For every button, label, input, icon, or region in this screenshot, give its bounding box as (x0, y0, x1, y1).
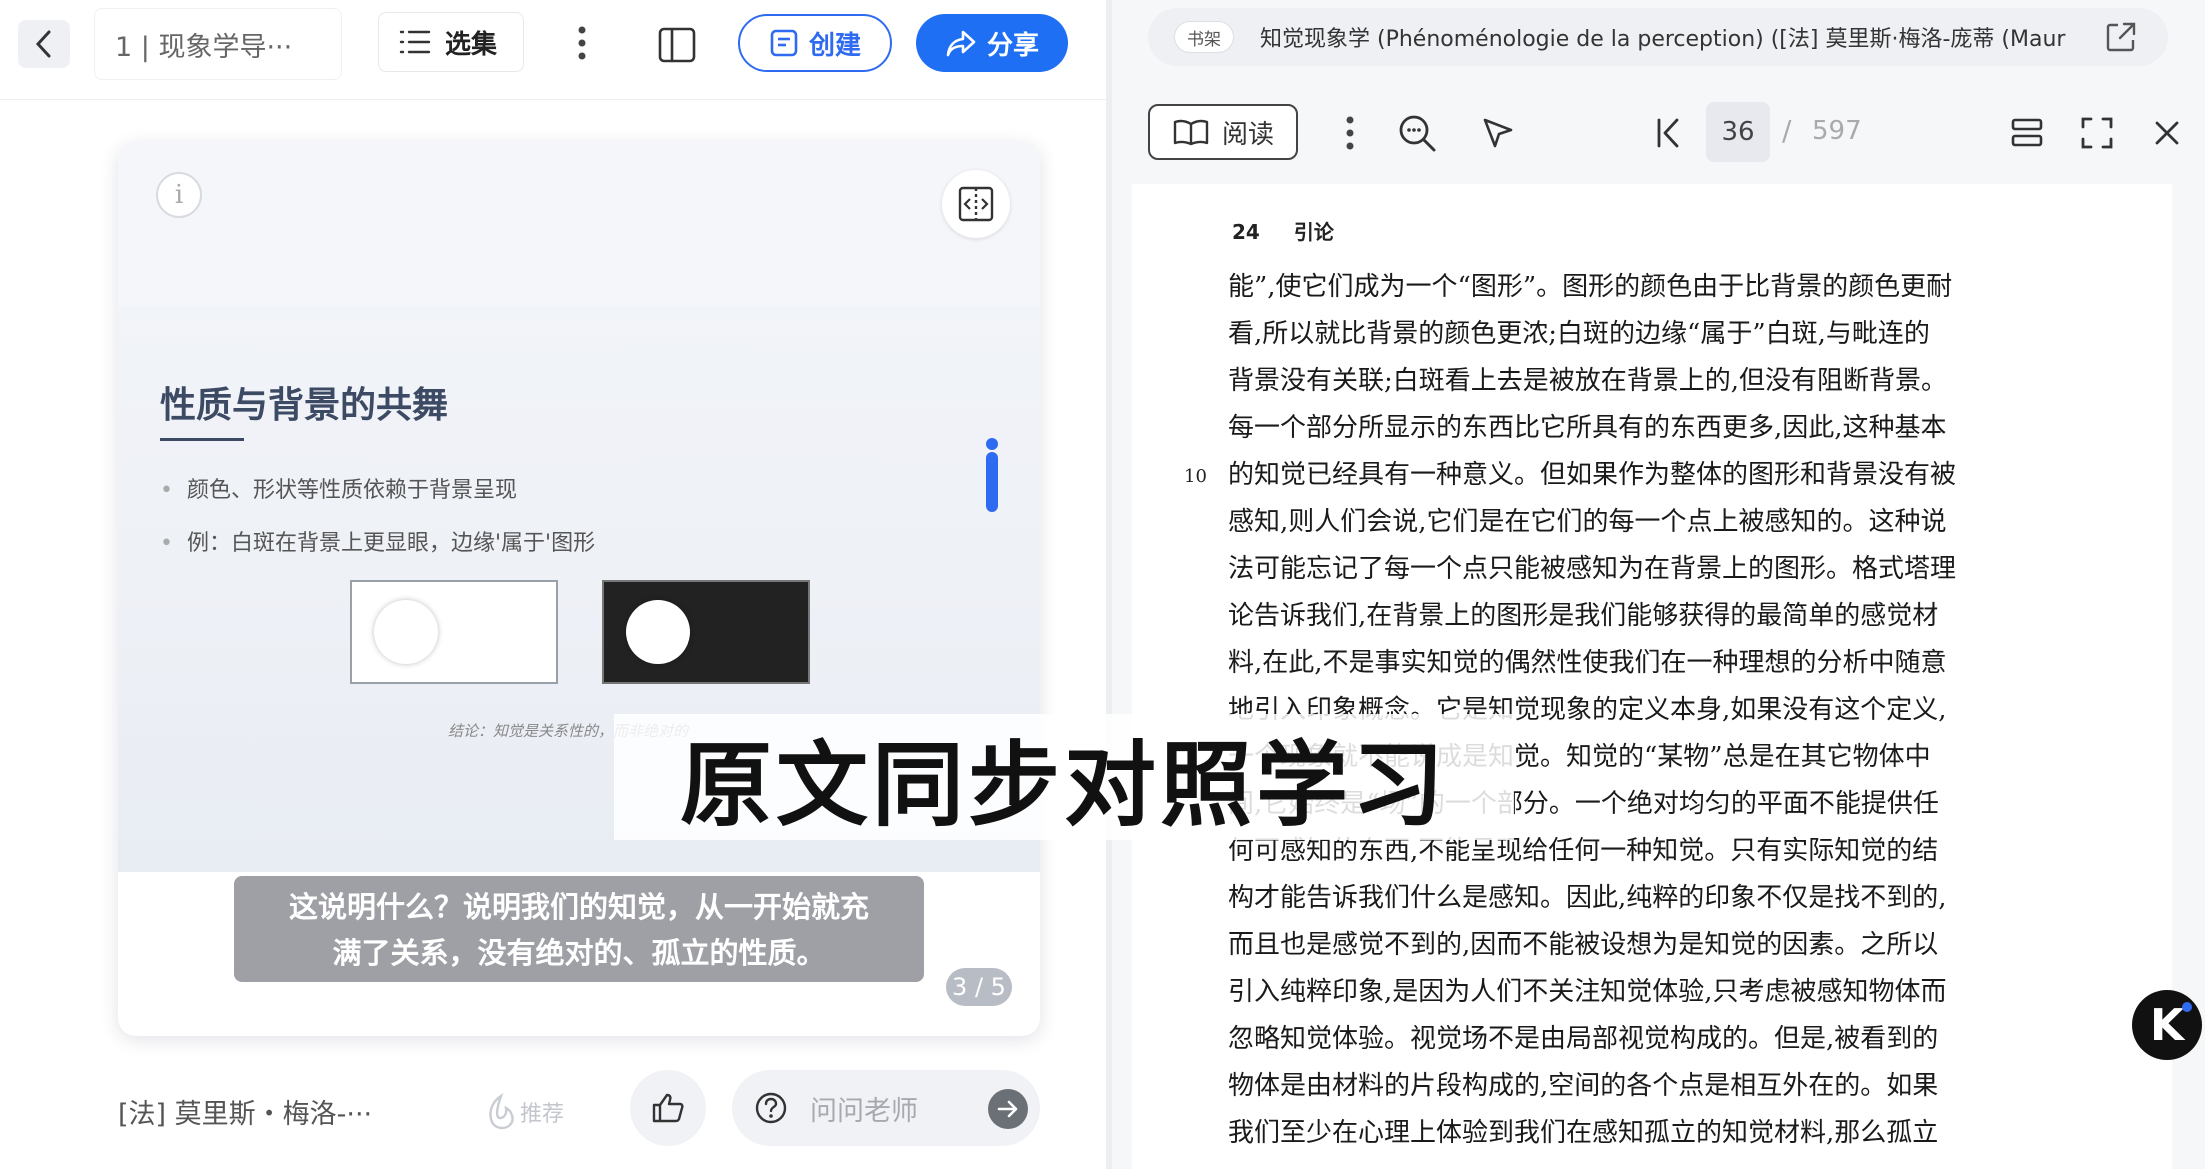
text-line: 我们至少在心理上体验到我们在感知孤立的知觉材料,那么孤立 (1228, 1118, 1939, 1148)
slide-page-indicator: 3 / 5 (946, 968, 1012, 1006)
compare-view-button[interactable] (942, 170, 1010, 238)
white-background-demo (350, 580, 558, 684)
book-page: 24 引论 10 能”,使它们成为一个“图形”。图形的颜色由于比背景的颜色更耐 看… (1132, 184, 2172, 1169)
text-line: 每一个部分所显示的东西比它所具有的东西更多,因此,这种基本 (1228, 413, 1947, 443)
split-compare-icon (958, 186, 994, 222)
text-line: 论告诉我们,在背景上的图形是我们能够获得的最简单的感觉材 (1228, 601, 1939, 631)
read-mode-button[interactable]: 阅读 (1148, 104, 1298, 160)
thumbs-up-icon (652, 1093, 684, 1123)
rows-icon (2011, 118, 2043, 147)
caption-line: 这说明什么？说明我们的知觉，从一开始就充 (288, 890, 869, 924)
text-line: 而且也是感觉不到的,因而不能被设想为是知觉的因素。之所以 (1228, 930, 1939, 960)
cursor-icon (1483, 118, 1513, 148)
chevron-left-icon (35, 30, 51, 58)
read-mode-label: 阅读 (1221, 119, 1274, 150)
fullscreen-icon (2081, 117, 2113, 149)
reader-toolbar: 阅读 36 / 597 (1112, 84, 2205, 184)
left-pane: 1 | 现象学导··· 选集 创建 分享 i 性质与背景的共舞 • 颜色、形状等… (0, 0, 1106, 1169)
slide-card: i 性质与背景的共舞 颜色、形状等性质依赖于背景呈现 例：白斑在背景上更显眼，边… (118, 142, 1040, 1036)
collection-button[interactable]: 选集 (378, 12, 524, 72)
skip-first-icon (1657, 118, 1679, 148)
share-button[interactable]: 分享 (916, 14, 1068, 72)
overlay-caption: 原文同步对照学习 (614, 714, 1514, 840)
book-icon (1173, 119, 1209, 146)
note-edit-icon (770, 29, 798, 57)
lesson-title[interactable]: 1 | 现象学导··· (94, 8, 342, 80)
recommend-label: 推荐 (520, 1102, 565, 1127)
left-bottom-bar: [法] 莫里斯・梅洛-··· 推荐 问问老师 (0, 1070, 1106, 1150)
recommend-button[interactable]: 推荐 (484, 1088, 566, 1136)
right-pane: 书架 知觉现象学 (Phénoménologie de la perceptio… (1112, 0, 2205, 1169)
first-page-button[interactable] (1648, 108, 1688, 158)
white-spot (626, 600, 690, 664)
close-button[interactable] (2142, 108, 2192, 158)
sidebar-toggle-button[interactable] (652, 20, 702, 70)
open-external-button[interactable] (2104, 20, 2138, 58)
create-button[interactable]: 创建 (738, 14, 892, 72)
source-title: 知觉现象学 (Phénoménologie de la perception) … (1260, 27, 2066, 52)
more-menu-button[interactable] (560, 18, 604, 68)
close-icon (2155, 121, 2179, 145)
like-button[interactable] (630, 1070, 706, 1146)
text-line: 感知,则人们会说,它们是在它们的每一个点上被感知的。这种说 (1228, 507, 1947, 537)
text-line: 引入纯粹印象,是因为人们不关注知觉体验,只考虑被感知物体而 (1228, 977, 1947, 1007)
slide-header-area (118, 142, 1040, 306)
text-line: 看,所以就比背景的颜色更浓;白斑的边缘“属于”白斑,与毗连的 (1228, 319, 1930, 349)
send-button[interactable] (988, 1089, 1028, 1129)
source-bar: 书架 知觉现象学 (Phénoménologie de la perceptio… (1148, 8, 2168, 66)
page-separator: / (1782, 114, 1792, 147)
bookshelf-tag[interactable]: 书架 (1174, 21, 1234, 53)
slide-title: 性质与背景的共舞 (160, 384, 449, 426)
text-line: 料,在此,不是事实知觉的偶然性使我们在一种理想的分析中随意 (1228, 648, 1947, 678)
slide-title-underline (160, 438, 244, 441)
fullscreen-button[interactable] (2072, 108, 2122, 158)
more-vertical-icon (578, 26, 586, 60)
external-link-icon (2106, 22, 2136, 52)
caption-subtitle: 这说明什么？说明我们的知觉，从一开始就充 满了关系，没有绝对的、孤立的性质。 (234, 876, 924, 982)
overlay-caption-text: 原文同步对照学习 (679, 731, 1448, 839)
collection-label: 选集 (445, 29, 498, 60)
search-icon (1399, 115, 1436, 152)
sidebar-icon (658, 27, 696, 63)
text-line: 法可能忘记了每一个点只能被感知为在背景上的图形。格式塔理 (1228, 554, 1957, 584)
select-tool-button[interactable] (1474, 108, 1522, 158)
margin-line-number: 10 (1184, 466, 1207, 487)
text-line: 物体是由材料的片段构成的,空间的各个点是相互外在的。如果 (1228, 1071, 1939, 1101)
search-button[interactable] (1392, 108, 1442, 158)
app-logo[interactable]: K (2132, 990, 2202, 1060)
share-icon (946, 30, 976, 57)
current-page-input[interactable]: 36 (1706, 102, 1770, 162)
question-icon (755, 1092, 787, 1124)
slide-bullet: 例：白斑在背景上更显眼，边缘'属于'图形 (160, 525, 595, 557)
text-line: 的知觉已经具有一种意义。但如果作为整体的图形和背景没有被 (1228, 460, 1957, 490)
page-header: 24 引论 (1232, 216, 1334, 245)
list-icon (399, 30, 431, 54)
info-icon[interactable]: i (156, 172, 202, 218)
total-pages: 597 (1812, 116, 1862, 146)
reader-more-button[interactable] (1330, 108, 1370, 158)
create-label: 创建 (808, 30, 861, 61)
white-spot (374, 600, 438, 664)
text-line: 能”,使它们成为一个“图形”。图形的颜色由于比背景的颜色更耐 (1228, 272, 1953, 302)
left-toolbar: 1 | 现象学导··· 选集 创建 分享 (0, 0, 1106, 100)
ask-teacher-placeholder: 问问老师 (810, 1095, 918, 1127)
page-number: 24 (1232, 220, 1260, 244)
text-line: 忽略知觉体验。视觉场不是由局部视觉构成的。但是,被看到的 (1228, 1024, 1939, 1054)
app-root: 1 | 现象学导··· 选集 创建 分享 i 性质与背景的共舞 • 颜色、形状等… (0, 0, 2205, 1169)
ask-teacher-input[interactable]: 问问老师 (732, 1070, 1040, 1146)
share-label: 分享 (986, 30, 1039, 61)
arrow-right-icon (997, 1100, 1018, 1118)
more-vertical-icon (1346, 116, 1354, 150)
caption-line: 满了关系，没有绝对的、孤立的性质。 (332, 936, 826, 970)
layout-toggle-button[interactable] (2002, 108, 2052, 158)
author-name[interactable]: [法] 莫里斯・梅洛-··· (118, 1092, 372, 1131)
back-button[interactable] (18, 20, 70, 68)
black-background-demo (602, 580, 810, 684)
slide-bullet: 颜色、形状等性质依赖于背景呈现 (160, 472, 517, 504)
page-section: 引论 (1293, 220, 1334, 244)
text-line: 背景没有关联;白斑看上去是被放在背景上的,但没有阻断背景。 (1228, 366, 1948, 396)
recommend-icon (489, 1092, 514, 1130)
text-line: 构才能告诉我们什么是感知。因此,纯粹的印象不仅是找不到的, (1228, 883, 1947, 913)
slide-accent-mark (986, 438, 998, 512)
